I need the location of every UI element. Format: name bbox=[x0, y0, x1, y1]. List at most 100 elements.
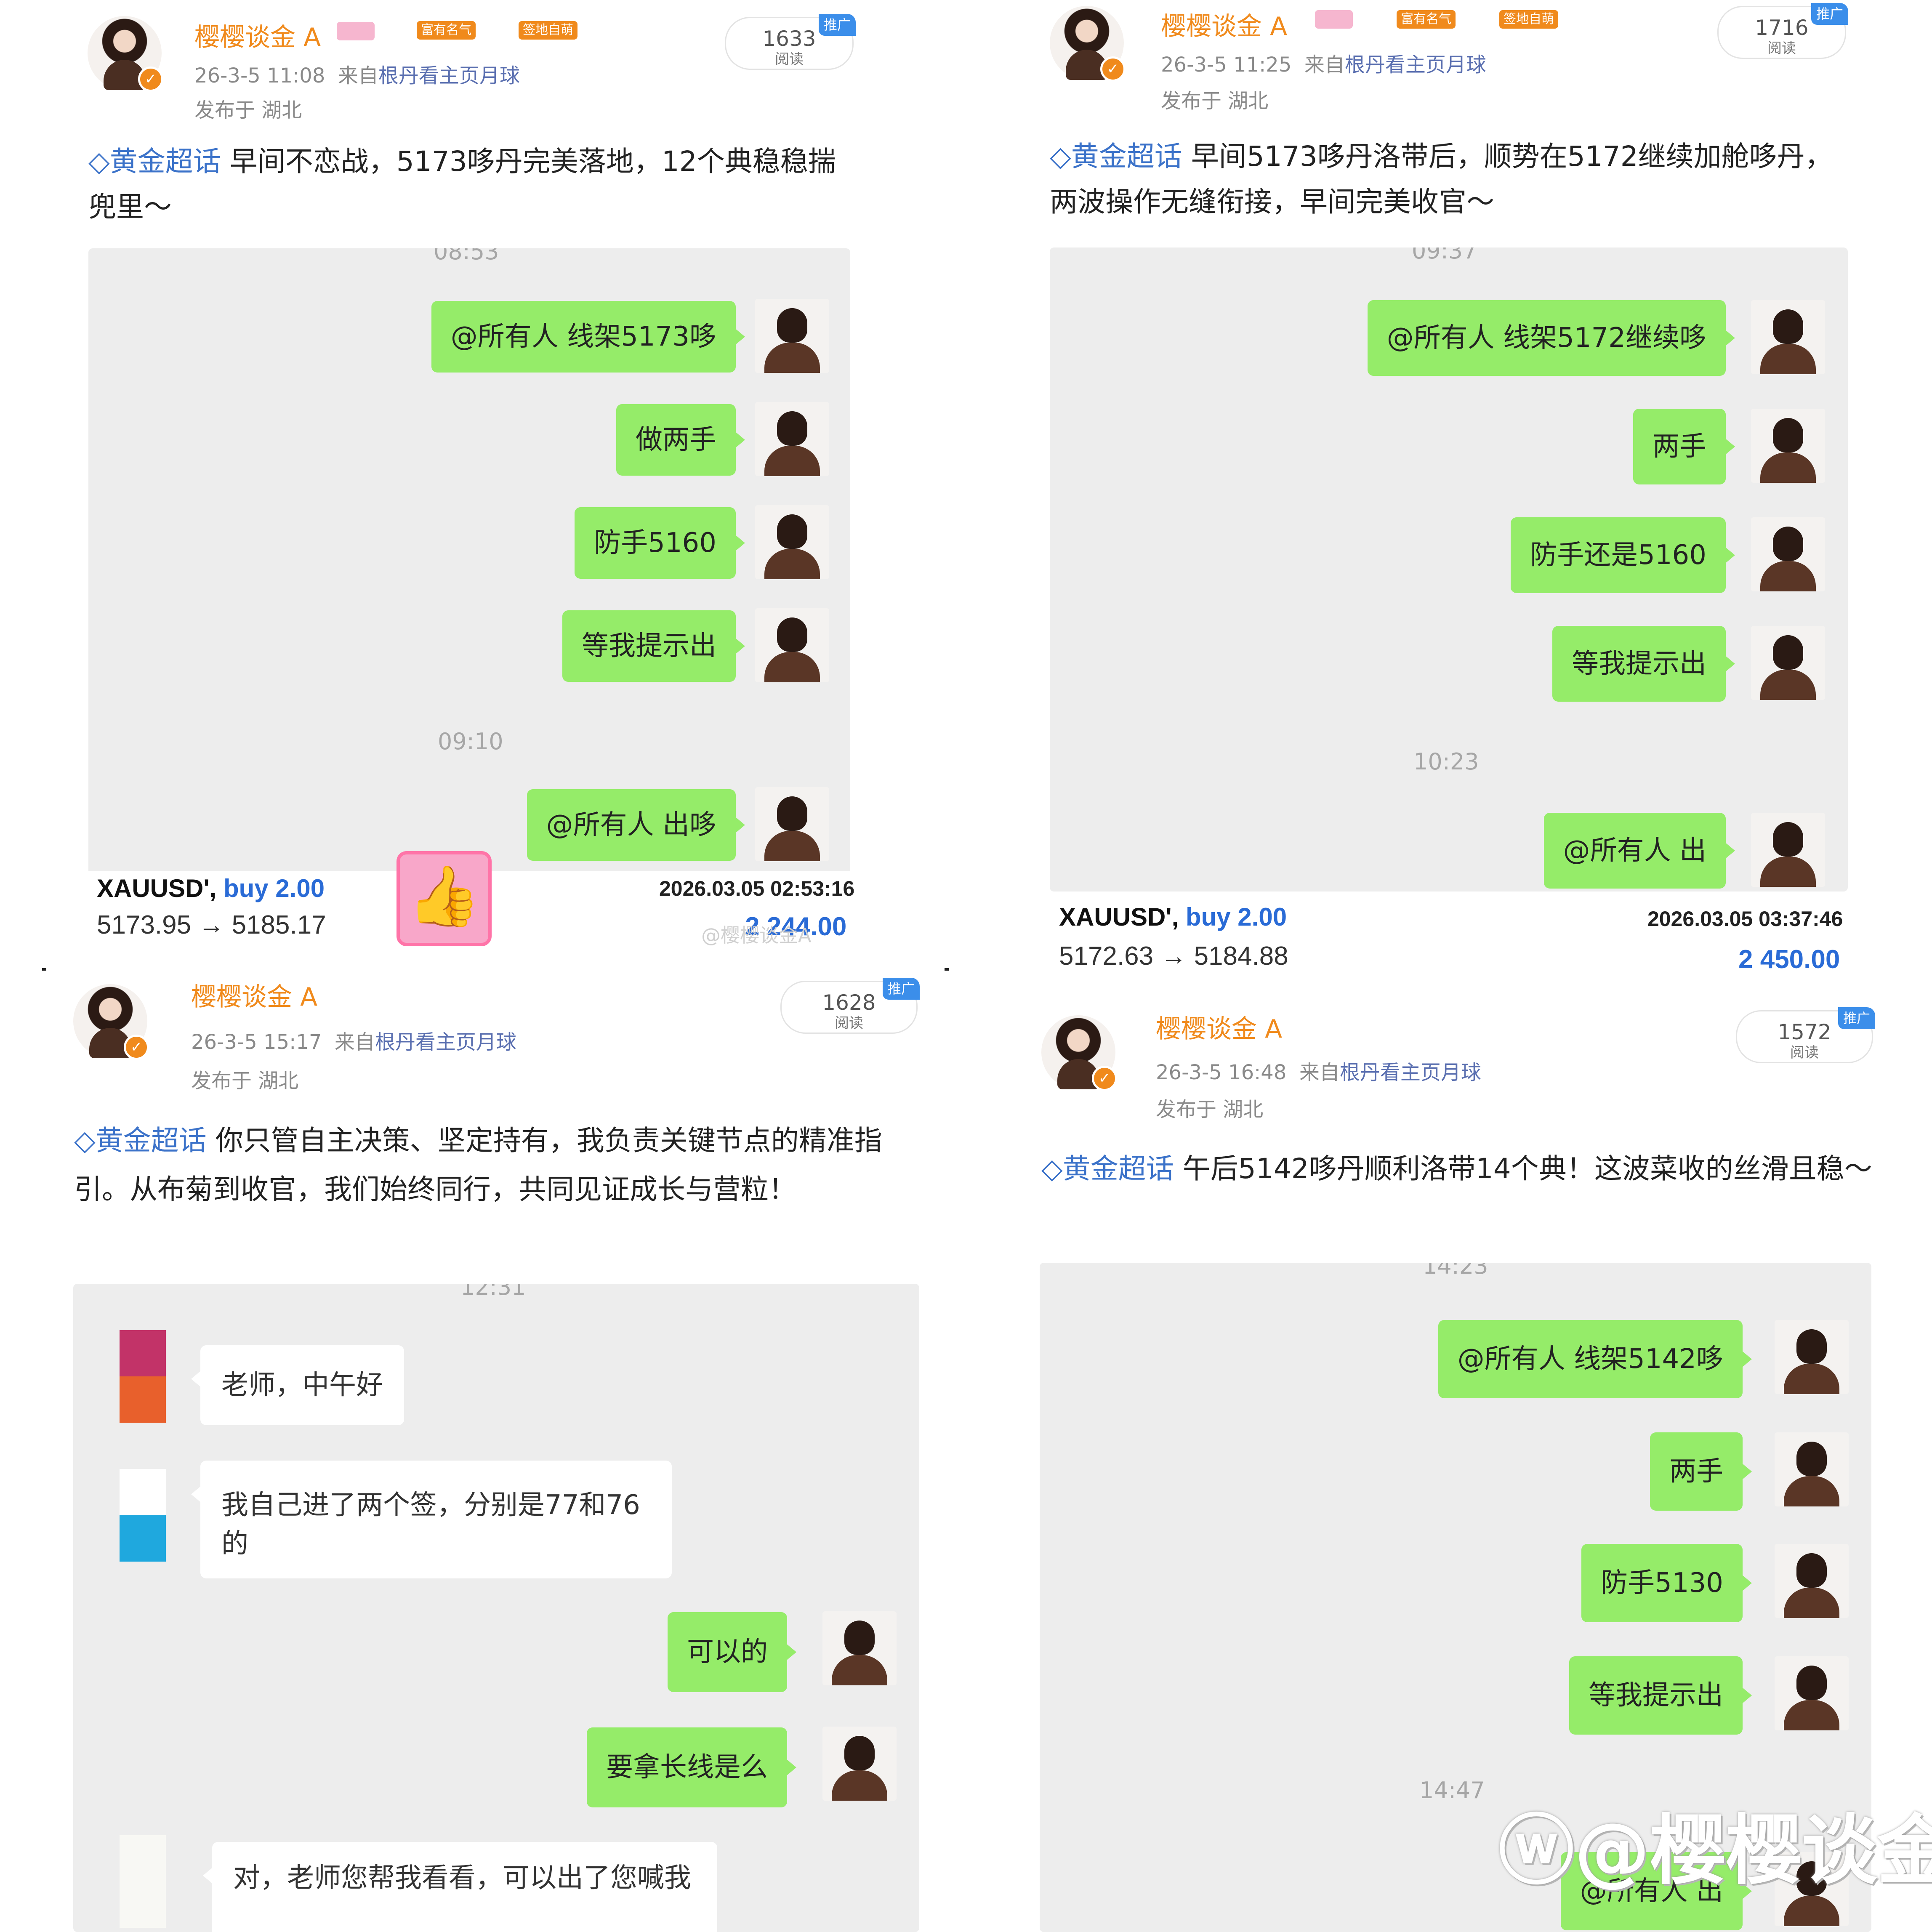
like-button[interactable]: 👍 bbox=[397, 851, 492, 946]
promo-tag: 推广 bbox=[1838, 1007, 1875, 1029]
chat-time: 09:10 bbox=[438, 728, 503, 755]
watermark: ⓦ@樱樱谈金 bbox=[1498, 1807, 1932, 1895]
thumbs-up-icon: 👍 bbox=[407, 862, 481, 931]
trade-datetime: 2026.03.05 03:37:46 bbox=[1647, 907, 1843, 931]
post-text: ◇黄金超话 你只管自主决策、坚定持有，我负责关键节点的精准指引。从布菊到收官，我… bbox=[74, 1116, 933, 1214]
chat-time: 10:23 bbox=[1413, 748, 1479, 775]
avatar[interactable]: ✓ bbox=[73, 984, 149, 1060]
chat-time: 12:31 bbox=[460, 1284, 526, 1300]
view-label: 阅读 bbox=[835, 1015, 863, 1032]
incoming-message: 我自己进了两个签，分别是77和76的 bbox=[191, 1461, 672, 1578]
topic-link[interactable]: ◇黄金超话 bbox=[88, 145, 221, 178]
chat-message: 防手5160 bbox=[575, 507, 745, 579]
verified-icon: ✓ bbox=[124, 1035, 149, 1060]
post-date: 26-3-5 11:08 bbox=[194, 64, 325, 88]
chat-message: 等我提示出 bbox=[1569, 1656, 1752, 1735]
post-meta: 26-3-5 11:08 来自根丹看主页月球 bbox=[194, 59, 520, 88]
avatar bbox=[755, 505, 829, 579]
avatar bbox=[1751, 626, 1825, 700]
avatar bbox=[822, 1611, 897, 1685]
view-count-badge[interactable]: 推广 1633 阅读 bbox=[725, 14, 856, 70]
fame-badge: 富有名气 bbox=[1397, 10, 1456, 29]
chat-message: 要拿长线是么 bbox=[587, 1727, 796, 1807]
avatar bbox=[1775, 1432, 1849, 1506]
verified-icon: ✓ bbox=[1100, 56, 1126, 82]
promo-tag: 推广 bbox=[818, 14, 856, 36]
avatar bbox=[1751, 813, 1825, 887]
username[interactable]: 樱樱谈金 A bbox=[1156, 1009, 1282, 1045]
view-count-badge[interactable]: 推广 1572 阅读 bbox=[1736, 1007, 1875, 1063]
image-divider bbox=[42, 968, 46, 971]
source-prefix: 来自 bbox=[1304, 53, 1345, 77]
trade-datetime: 2026.03.05 02:53:16 bbox=[659, 877, 855, 900]
post-text: ◇黄金超话 午后5142哆丹顺利洛带14个典！这波菜收的丝滑且稳～ bbox=[1041, 1145, 1883, 1193]
image-divider bbox=[945, 968, 949, 971]
avatar bbox=[755, 402, 829, 476]
view-count-badge[interactable]: 推广 1628 阅读 bbox=[780, 978, 920, 1034]
chat-time: 14:47 bbox=[1419, 1777, 1485, 1804]
avatar bbox=[1751, 517, 1825, 591]
post-location: 发布于 湖北 bbox=[194, 98, 302, 122]
source-link[interactable]: 根丹看主页月球 bbox=[1345, 53, 1486, 77]
chat-time: 14:23 bbox=[1423, 1263, 1488, 1279]
chat-message: @所有人 出哆 bbox=[527, 789, 745, 861]
trade-price: 5172.63 → 5184.88 bbox=[1059, 942, 1288, 971]
trade-price: 5173.95 → 5185.17 bbox=[97, 910, 326, 939]
contact-avatar bbox=[120, 1330, 166, 1376]
chat-message: 可以的 bbox=[668, 1612, 796, 1692]
level-badge bbox=[1315, 10, 1353, 29]
contact-avatar bbox=[120, 1469, 166, 1515]
chat-time: 09:37 bbox=[1412, 247, 1477, 264]
trade-symbol: XAUUSD', buy 2.00 bbox=[97, 874, 325, 902]
topic-link[interactable]: ◇黄金超话 bbox=[1041, 1152, 1174, 1185]
chat-message: @所有人 线架5173哆 bbox=[431, 301, 745, 373]
source-prefix: 来自 bbox=[1299, 1061, 1340, 1084]
chat-message: 等我提示出 bbox=[1552, 626, 1735, 702]
trade-record: XAUUSD', buy 2.00 2026.03.05 03:37:46 51… bbox=[1050, 897, 1848, 974]
post-location: 发布于 湖北 bbox=[1156, 1098, 1264, 1121]
chat-screenshot: 08:53 @所有人 线架5173哆 做两手 防手5160 等我提示出 09:1… bbox=[88, 248, 850, 880]
chat-time: 08:53 bbox=[434, 248, 499, 265]
source-link[interactable]: 根丹看主页月球 bbox=[378, 64, 520, 88]
post-text: ◇黄金超话 早间5173哆丹洛带后，顺势在5172继续加舱哆丹，两波操作无缝衔接… bbox=[1050, 134, 1858, 225]
post-location: 发布于 湖北 bbox=[191, 1069, 299, 1093]
chat-message: @所有人 出 bbox=[1543, 813, 1735, 889]
source-prefix: 来自 bbox=[334, 1030, 375, 1054]
fame-badge: 富有名气 bbox=[417, 21, 476, 40]
avatar[interactable]: ✓ bbox=[88, 16, 163, 92]
view-count-badge[interactable]: 推广 1716 阅读 bbox=[1717, 3, 1848, 59]
avatar[interactable]: ✓ bbox=[1050, 6, 1126, 82]
trade-action: buy 2.00 bbox=[1185, 903, 1287, 931]
promo-tag: 推广 bbox=[882, 978, 920, 1000]
username[interactable]: 樱樱谈金 A bbox=[191, 977, 317, 1013]
source-link[interactable]: 根丹看主页月球 bbox=[1340, 1061, 1481, 1084]
post-text: ◇黄金超话 早间不恋战，5173哆丹完美落地，12个典稳稳揣兜里～ bbox=[88, 139, 854, 230]
avatar[interactable]: ✓ bbox=[1041, 1015, 1117, 1091]
topic-link[interactable]: ◇黄金超话 bbox=[74, 1124, 207, 1157]
topic-link[interactable]: ◇黄金超话 bbox=[1050, 140, 1182, 173]
chat-message: @所有人 线架5142哆 bbox=[1438, 1320, 1752, 1398]
post-date: 26-3-5 16:48 bbox=[1156, 1061, 1287, 1084]
contact-avatar bbox=[120, 1835, 166, 1928]
incoming-message: 老师，中午好 bbox=[191, 1345, 404, 1425]
username[interactable]: 樱樱谈金 A bbox=[194, 17, 321, 53]
view-label: 阅读 bbox=[775, 51, 804, 68]
post-meta: 26-3-5 16:48 来自根丹看主页月球 bbox=[1156, 1056, 1481, 1085]
verified-icon: ✓ bbox=[138, 67, 163, 92]
avatar bbox=[1775, 1320, 1849, 1394]
level-badge bbox=[337, 22, 375, 40]
post-body: 午后5142哆丹顺利洛带14个典！这波菜收的丝滑且稳～ bbox=[1182, 1152, 1872, 1185]
avatar bbox=[1751, 409, 1825, 483]
chat-message: 防手5130 bbox=[1581, 1544, 1752, 1622]
avatar bbox=[755, 787, 829, 861]
chat-message: 等我提示出 bbox=[562, 610, 745, 682]
trade-profit: 2 450.00 bbox=[1738, 945, 1840, 974]
chat-screenshot: 12:31 老师，中午好 我自己进了两个签，分别是77和76的 可以的 要拿长线… bbox=[73, 1284, 919, 1932]
source-link[interactable]: 根丹看主页月球 bbox=[375, 1030, 516, 1054]
chat-message: 两手 bbox=[1650, 1432, 1752, 1511]
incoming-message: 对，老师您帮我看看，可以出了您喊我 bbox=[203, 1842, 717, 1932]
avatar bbox=[1751, 300, 1825, 374]
username[interactable]: 樱樱谈金 A bbox=[1161, 6, 1287, 43]
avatar bbox=[1775, 1656, 1849, 1730]
small-watermark: @樱樱谈金A bbox=[701, 924, 812, 947]
